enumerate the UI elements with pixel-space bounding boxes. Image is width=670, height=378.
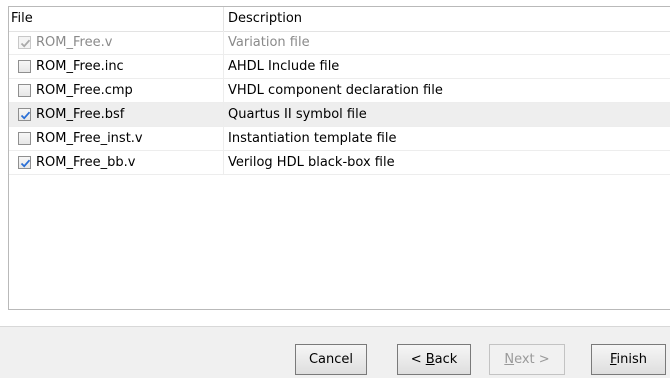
finish-label-rest: inish [616, 352, 648, 367]
next-label-accel: N [504, 352, 515, 367]
file-table: File Description ROM_Free.v Variation fi… [8, 6, 670, 310]
back-label-accel: B [425, 352, 435, 367]
file-description: Instantiation template file [228, 131, 397, 146]
back-label-rest: ack [434, 352, 458, 367]
file-name: ROM_Free.cmp [36, 83, 133, 98]
table-row[interactable]: ROM_Free_inst.v Instantiation template f… [9, 127, 670, 151]
file-description: Variation file [228, 35, 310, 50]
file-name: ROM_Free_bb.v [36, 155, 136, 170]
next-button[interactable]: Next > [489, 344, 565, 375]
file-cell: ROM_Free.inc [9, 55, 224, 78]
checkbox[interactable] [18, 132, 31, 145]
file-description: Quartus II symbol file [228, 107, 367, 122]
file-cell: ROM_Free_inst.v [9, 127, 224, 150]
file-name: ROM_Free.v [36, 35, 113, 50]
back-button[interactable]: < Back [397, 344, 471, 375]
cancel-button[interactable]: Cancel [295, 344, 367, 375]
checkbox [18, 36, 31, 49]
table-header: File Description [9, 7, 670, 32]
file-name: ROM_Free.inc [36, 59, 124, 74]
column-header-description[interactable]: Description [226, 7, 302, 31]
check-icon [20, 39, 31, 48]
file-cell: ROM_Free.v [9, 31, 224, 54]
table-row[interactable]: ROM_Free.cmp VHDL component declaration … [9, 79, 670, 103]
column-header-file[interactable]: File [9, 7, 224, 31]
check-icon [20, 111, 31, 120]
file-cell: ROM_Free_bb.v [9, 151, 224, 174]
file-name: ROM_Free_inst.v [36, 131, 143, 146]
file-description: Verilog HDL black-box file [228, 155, 395, 170]
next-label-rest: ext > [514, 352, 550, 367]
check-icon [20, 159, 31, 168]
checkbox[interactable] [18, 60, 31, 73]
file-name: ROM_Free.bsf [36, 107, 125, 122]
finish-button[interactable]: Finish [591, 344, 666, 375]
table-row[interactable]: ROM_Free.bsf Quartus II symbol file [9, 103, 670, 127]
checkbox[interactable] [18, 156, 31, 169]
file-description: VHDL component declaration file [228, 83, 443, 98]
table-row[interactable]: ROM_Free_bb.v Verilog HDL black-box file [9, 151, 670, 175]
back-label-prefix: < [410, 352, 426, 367]
file-description: AHDL Include file [228, 59, 340, 74]
table-row: ROM_Free.v Variation file [9, 31, 670, 55]
file-cell: ROM_Free.bsf [9, 103, 224, 126]
cancel-label: Cancel [308, 352, 354, 367]
checkbox[interactable] [18, 84, 31, 97]
file-cell: ROM_Free.cmp [9, 79, 224, 102]
checkbox[interactable] [18, 108, 31, 121]
table-row[interactable]: ROM_Free.inc AHDL Include file [9, 55, 670, 79]
